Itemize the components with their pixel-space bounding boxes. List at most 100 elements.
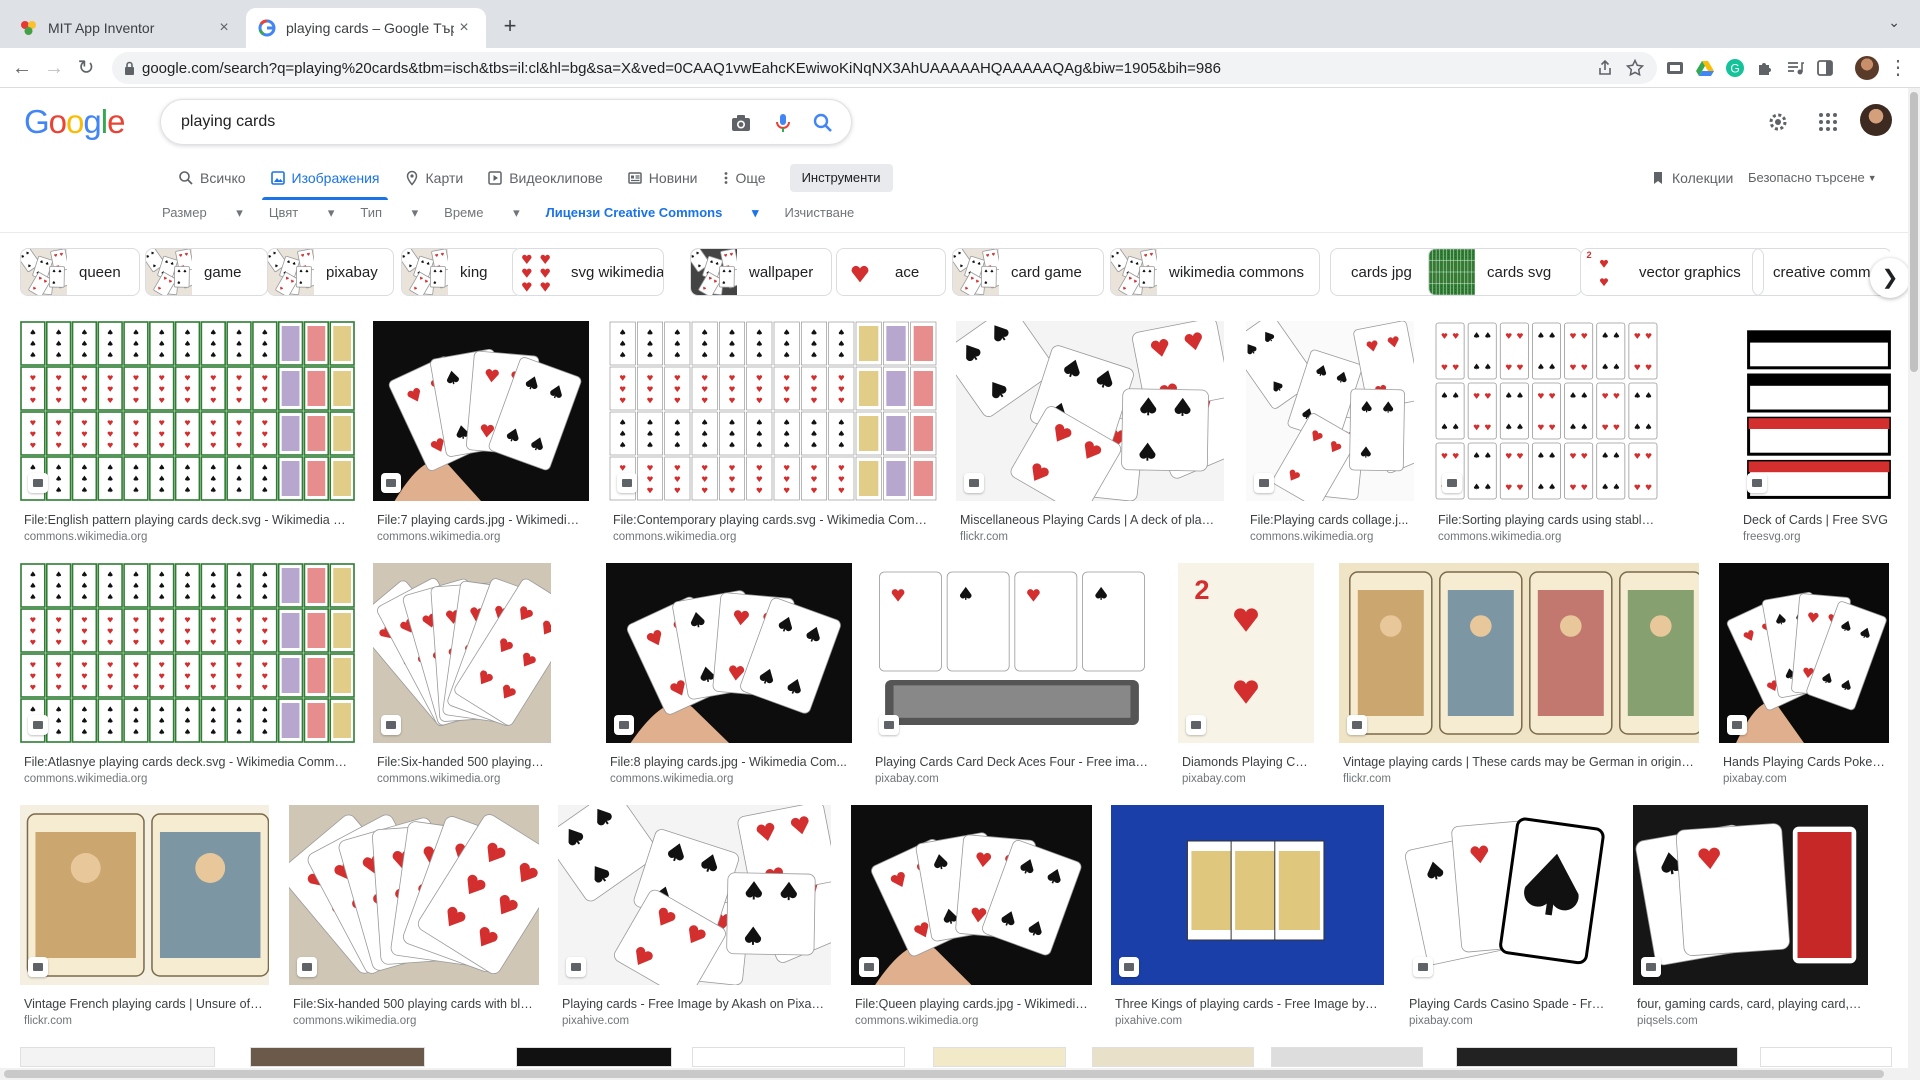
- result-source[interactable]: pixabay.com: [875, 773, 939, 785]
- result-title[interactable]: File:Playing cards collage.j...: [1250, 513, 1410, 527]
- result-thumbnail[interactable]: [851, 805, 1092, 985]
- result-title[interactable]: File:Six-handed 500 playing cards with b…: [293, 997, 535, 1011]
- result-title[interactable]: Playing Cards Card Deck Aces Four - Free…: [875, 755, 1149, 769]
- image-result[interactable]: Playing Cards Casino Spade - Free... pix…: [1405, 805, 1611, 1043]
- image-result[interactable]: File:8 playing cards.jpg - Wikimedia Com…: [606, 563, 852, 801]
- filter-clear[interactable]: Изчистване: [784, 205, 854, 221]
- result-thumbnail[interactable]: [20, 563, 355, 743]
- image-result-partial[interactable]: [1092, 1047, 1254, 1067]
- result-source[interactable]: commons.wikimedia.org: [377, 773, 500, 785]
- tab-images[interactable]: Изображения: [261, 164, 388, 200]
- cast-extension-icon[interactable]: [1665, 58, 1685, 78]
- related-search-chip[interactable]: cards svg: [1428, 248, 1582, 296]
- filter-license[interactable]: Лицензи Creative Commons ▾: [546, 205, 759, 221]
- result-source[interactable]: commons.wikimedia.org: [1438, 531, 1561, 543]
- related-search-chip[interactable]: king: [401, 248, 523, 296]
- apps-grid-icon[interactable]: [1816, 110, 1840, 134]
- search-icon[interactable]: [811, 111, 835, 135]
- result-title[interactable]: File:English pattern playing cards deck.…: [24, 513, 351, 527]
- result-source[interactable]: commons.wikimedia.org: [293, 1015, 416, 1027]
- image-result-partial[interactable]: [1271, 1047, 1423, 1067]
- grammarly-extension-icon[interactable]: G: [1725, 58, 1745, 78]
- image-result-partial[interactable]: [933, 1047, 1066, 1067]
- filter-color[interactable]: Цвят ▾: [269, 205, 335, 221]
- chips-next-arrow-icon[interactable]: ❯: [1870, 258, 1910, 298]
- share-icon[interactable]: [1595, 58, 1615, 78]
- result-thumbnail[interactable]: [20, 805, 269, 985]
- related-search-chip[interactable]: 2 vector graphics: [1580, 248, 1764, 296]
- result-thumbnail[interactable]: [20, 321, 355, 501]
- result-title[interactable]: File:Six-handed 500 playing cards.j...: [377, 755, 547, 769]
- image-result-partial[interactable]: [1456, 1047, 1738, 1067]
- image-result[interactable]: File:Queen playing cards.jpg - Wikimedia…: [851, 805, 1092, 1043]
- result-title[interactable]: File:7 playing cards.jpg - Wikimedia ...: [377, 513, 585, 527]
- horizontal-scrollbar[interactable]: [0, 1068, 1908, 1080]
- camera-search-icon[interactable]: [729, 111, 753, 135]
- image-result-partial[interactable]: [516, 1047, 672, 1067]
- result-title[interactable]: Three Kings of playing cards - Free Imag…: [1115, 997, 1380, 1011]
- result-thumbnail[interactable]: [1739, 321, 1899, 501]
- image-result[interactable]: Playing Cards Card Deck Aces Four - Free…: [871, 563, 1153, 801]
- result-thumbnail[interactable]: [1339, 563, 1699, 743]
- search-input[interactable]: playing cards: [181, 113, 275, 131]
- result-title[interactable]: Hands Playing Cards Poker - ...: [1723, 755, 1885, 769]
- tab-all[interactable]: Всичко: [178, 164, 246, 192]
- tab-search-chevron-icon[interactable]: ⌄: [1888, 14, 1900, 31]
- result-source[interactable]: commons.wikimedia.org: [610, 773, 733, 785]
- result-title[interactable]: Vintage playing cards | These cards may …: [1343, 755, 1695, 769]
- related-search-chip[interactable]: wikimedia commons: [1110, 248, 1320, 296]
- result-source[interactable]: commons.wikimedia.org: [1250, 531, 1373, 543]
- result-source[interactable]: pixahive.com: [562, 1015, 629, 1027]
- related-search-chip[interactable]: pixabay: [267, 248, 394, 296]
- related-search-chip[interactable]: svg wikimedia: [512, 248, 664, 296]
- search-box[interactable]: playing cards: [160, 99, 852, 145]
- scrollbar-thumb[interactable]: [4, 1070, 1884, 1078]
- media-control-icon[interactable]: [1785, 58, 1805, 78]
- result-thumbnail[interactable]: [956, 321, 1224, 501]
- image-result[interactable]: Deck of Cards | Free SVG freesvg.org: [1739, 321, 1899, 559]
- result-title[interactable]: Diamonds Playing Card...: [1182, 755, 1310, 769]
- close-tab-icon[interactable]: ×: [454, 19, 474, 37]
- forward-arrow-icon[interactable]: →: [40, 54, 68, 82]
- vertical-scrollbar[interactable]: [1908, 88, 1920, 1080]
- google-logo[interactable]: Google: [24, 103, 125, 141]
- result-source[interactable]: pixabay.com: [1409, 1015, 1473, 1027]
- image-result-partial[interactable]: [1760, 1047, 1892, 1067]
- image-result[interactable]: four, gaming cards, card, playing card, …: [1633, 805, 1868, 1043]
- result-title[interactable]: Playing cards - Free Image by Akash on P…: [562, 997, 827, 1011]
- result-thumbnail[interactable]: [373, 563, 551, 743]
- related-search-chip[interactable]: wallpaper: [690, 248, 832, 296]
- bookmark-star-icon[interactable]: [1625, 58, 1645, 78]
- image-result[interactable]: File:Six-handed 500 playing cards.j... c…: [373, 563, 551, 801]
- result-source[interactable]: piqsels.com: [1637, 1015, 1698, 1027]
- filter-time[interactable]: Време ▾: [444, 205, 519, 221]
- settings-gear-icon[interactable]: [1766, 110, 1790, 134]
- image-result[interactable]: Vintage playing cards | These cards may …: [1339, 563, 1699, 801]
- related-search-chip[interactable]: queen: [20, 248, 140, 296]
- result-thumbnail[interactable]: [871, 563, 1153, 743]
- result-thumbnail[interactable]: [1405, 805, 1611, 985]
- result-thumbnail[interactable]: [606, 563, 852, 743]
- result-thumbnail[interactable]: [1111, 805, 1384, 985]
- result-source[interactable]: freesvg.org: [1743, 531, 1801, 543]
- tools-button[interactable]: Инструменти: [789, 164, 893, 192]
- image-result[interactable]: Vintage French playing cards | Unsure of…: [20, 805, 269, 1043]
- result-thumbnail[interactable]: [1633, 805, 1868, 985]
- collections-link[interactable]: Колекции: [1650, 170, 1733, 186]
- result-source[interactable]: commons.wikimedia.org: [855, 1015, 978, 1027]
- tab-more[interactable]: Още: [722, 164, 766, 192]
- image-result[interactable]: Three Kings of playing cards - Free Imag…: [1111, 805, 1384, 1043]
- image-result[interactable]: Playing cards - Free Image by Akash on P…: [558, 805, 831, 1043]
- result-title[interactable]: File:Atlasnye playing cards deck.svg - W…: [24, 755, 351, 769]
- browser-tab-app-inventor[interactable]: MIT App Inventor ×: [8, 8, 246, 48]
- back-arrow-icon[interactable]: ←: [8, 54, 36, 82]
- close-tab-icon[interactable]: ×: [214, 19, 234, 37]
- result-source[interactable]: flickr.com: [1343, 773, 1391, 785]
- address-bar[interactable]: google.com/search?q=playing%20cards&tbm=…: [112, 52, 1657, 84]
- account-avatar[interactable]: [1860, 104, 1892, 136]
- result-source[interactable]: flickr.com: [960, 531, 1008, 543]
- tab-news[interactable]: Новини: [627, 164, 698, 192]
- result-source[interactable]: commons.wikimedia.org: [613, 531, 736, 543]
- result-thumbnail[interactable]: [1434, 321, 1659, 501]
- result-thumbnail[interactable]: [1246, 321, 1414, 501]
